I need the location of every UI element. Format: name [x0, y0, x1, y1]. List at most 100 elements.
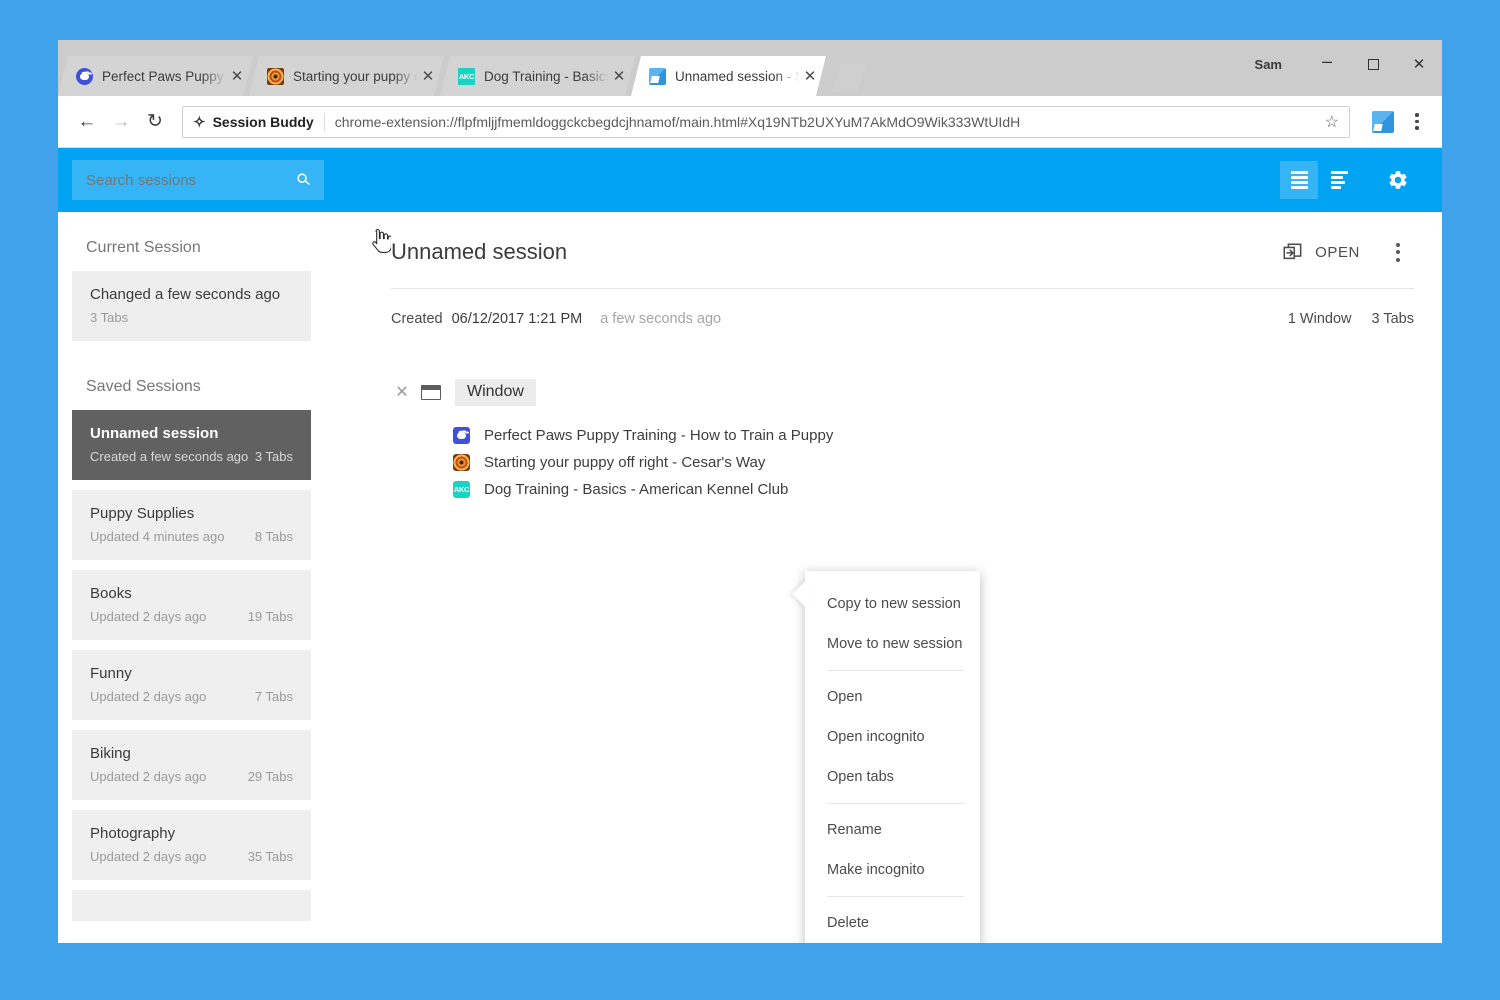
created-date: 06/12/2017 1:21 PM — [451, 311, 583, 327]
saved-session-item-4[interactable]: Biking Updated 2 days ago 29 Tabs — [72, 730, 311, 800]
bookmark-star-icon[interactable]: ☆ — [1325, 112, 1339, 132]
window-group: ✕ Window Perfect Paws Puppy Training - H… — [372, 228, 1414, 503]
browser-tab-0[interactable]: Perfect Paws Puppy Train ✕ — [58, 56, 253, 96]
akc-favicon: AKC — [458, 68, 475, 85]
menu-item-copy-to-new-session[interactable]: Copy to new session — [805, 584, 980, 624]
close-window-icon[interactable]: ✕ — [391, 382, 413, 402]
page-title: Unnamed session — [391, 239, 568, 264]
browser-tab-2[interactable]: AKC Dog Training - Basics - A ✕ — [440, 56, 635, 96]
browser-window: Perfect Paws Puppy Train ✕ Starting your… — [58, 40, 1442, 943]
back-button[interactable]: ← — [70, 105, 104, 139]
window-tab-row-0[interactable]: Perfect Paws Puppy Training - How to Tra… — [453, 422, 1414, 449]
session-updated: Created a few seconds ago — [90, 449, 249, 464]
created-label: Created — [391, 311, 443, 327]
window-tab-row-1[interactable]: Starting your puppy off right - Cesar's … — [453, 449, 1414, 476]
counts: 1 Window 3 Tabs — [1272, 311, 1414, 327]
session-meta: Created a few seconds ago 3 Tabs — [90, 449, 293, 464]
session-updated: Updated 4 minutes ago — [90, 529, 225, 544]
session-buddy-extension-icon[interactable] — [1372, 110, 1394, 133]
session-updated: Updated 2 days ago — [90, 609, 207, 624]
saved-session-item-0[interactable]: Unnamed session Created a few seconds ag… — [72, 410, 311, 480]
gear-icon[interactable] — [1378, 160, 1418, 200]
address-bar-url[interactable]: chrome-extension://flpfmljjfmemldoggckcb… — [335, 114, 1317, 130]
list-view-icon[interactable] — [1280, 161, 1318, 199]
menu-item-open[interactable]: Open — [805, 677, 980, 717]
open-button-label: OPEN — [1315, 243, 1360, 261]
more-vertical-icon[interactable] — [1382, 236, 1414, 268]
session-title: Funny — [90, 665, 132, 682]
maximize-button[interactable] — [1350, 49, 1396, 79]
session-tab-count: 3 Tabs — [254, 449, 293, 464]
saved-session-item-1[interactable]: Puppy Supplies Updated 4 minutes ago 8 T… — [72, 490, 311, 560]
window-tab-row-2[interactable]: AKC Dog Training - Basics - American Ken… — [453, 476, 1414, 503]
session-updated: Updated 2 days ago — [90, 769, 207, 784]
open-in-window-icon — [1281, 242, 1303, 262]
compact-view-icon[interactable] — [1320, 161, 1358, 199]
session-tab-count: 29 Tabs — [247, 769, 293, 784]
new-tab-button[interactable] — [832, 64, 866, 92]
menu-item-delete[interactable]: Delete — [805, 903, 980, 943]
current-session-title: Changed a few seconds ago — [90, 286, 281, 303]
saved-session-item-6[interactable] — [72, 890, 311, 921]
address-bar[interactable]: ✧ Session Buddy chrome-extension://flpfm… — [182, 105, 1350, 138]
session-tab-count: 8 Tabs — [254, 529, 293, 544]
header-actions — [1278, 160, 1418, 200]
extension-name-chip: ✧ Session Buddy — [193, 112, 325, 131]
session-meta: Updated 2 days ago 35 Tabs — [90, 849, 293, 864]
browser-tab-title: Unnamed session - Sessi — [675, 68, 800, 84]
window-tab-title: Perfect Paws Puppy Training - How to Tra… — [484, 427, 834, 444]
forward-button[interactable]: → — [104, 105, 138, 139]
browser-tab-3[interactable]: Unnamed session - Sessi ✕ — [631, 56, 826, 96]
chrome-menu-icon[interactable] — [1404, 109, 1430, 135]
saved-session-item-3[interactable]: Funny Updated 2 days ago 7 Tabs — [72, 650, 311, 720]
current-session-card[interactable]: Changed a few seconds ago 3 Tabs — [72, 271, 311, 341]
minimize-button[interactable]: – — [1304, 49, 1350, 79]
session-title: Unnamed session — [90, 425, 219, 442]
session-title: Photography — [90, 825, 176, 842]
session-updated: Updated 2 days ago — [90, 689, 207, 704]
search-input[interactable] — [86, 171, 298, 189]
window-context-menu: Copy to new session Move to new session … — [792, 571, 980, 943]
browser-tab-close-icon[interactable]: ✕ — [800, 66, 820, 86]
app-header: ⚲ — [58, 148, 1442, 212]
menu-item-rename[interactable]: Rename — [805, 810, 980, 850]
saved-session-item-2[interactable]: Books Updated 2 days ago 19 Tabs — [72, 570, 311, 640]
akc-favicon: AKC — [453, 481, 470, 498]
tab-count: 3 Tabs — [1371, 311, 1414, 327]
window-count: 1 Window — [1287, 311, 1352, 327]
search-sessions-box[interactable]: ⚲ — [72, 160, 324, 200]
browser-tab-title: Starting your puppy off r — [293, 68, 418, 84]
close-window-button[interactable]: ✕ — [1396, 49, 1442, 79]
window-row[interactable]: ✕ Window — [372, 228, 1414, 406]
menu-item-open-incognito[interactable]: Open incognito — [805, 717, 980, 757]
session-title: Puppy Supplies — [90, 505, 195, 522]
menu-item-make-incognito[interactable]: Make incognito — [805, 850, 980, 890]
browser-tab-strip: Perfect Paws Puppy Train ✕ Starting your… — [58, 40, 1442, 96]
menu-item-move-to-new-session[interactable]: Move to new session — [805, 624, 980, 664]
detail-actions: OPEN — [1281, 236, 1414, 268]
menu-item-open-tabs[interactable]: Open tabs — [805, 757, 980, 797]
browser-tab-title: Dog Training - Basics - A — [484, 68, 609, 84]
window-label[interactable]: Window — [455, 378, 536, 406]
menu-separator — [827, 670, 964, 671]
menu-separator — [827, 803, 964, 804]
reload-button[interactable]: ↻ — [138, 105, 172, 139]
window-tab-title: Dog Training - Basics - American Kennel … — [484, 481, 789, 498]
saved-session-item-5[interactable]: Photography Updated 2 days ago 35 Tabs — [72, 810, 311, 880]
browser-tab-close-icon[interactable]: ✕ — [227, 66, 247, 86]
session-detail-panel: Unnamed session OPEN Created 06/12/2017 … — [325, 212, 1442, 943]
sidebar: Current Session Changed a few seconds ag… — [58, 212, 325, 943]
session-updated: Updated 2 days ago — [90, 849, 207, 864]
saved-sessions-section-label: Saved Sessions — [86, 378, 201, 395]
detail-header: Unnamed session OPEN — [391, 212, 1414, 288]
user-name-label[interactable]: Sam — [1255, 57, 1282, 72]
window-controls: Sam – ✕ — [1255, 40, 1442, 88]
maximize-icon — [1367, 58, 1379, 70]
open-button[interactable]: OPEN — [1281, 242, 1360, 262]
browser-tab-1[interactable]: Starting your puppy off r ✕ — [249, 56, 444, 96]
menu-separator — [827, 896, 964, 897]
browser-tab-close-icon[interactable]: ✕ — [609, 66, 629, 86]
session-meta-row: Created 06/12/2017 1:21 PM a few seconds… — [391, 288, 1414, 327]
current-session-section-label: Current Session — [86, 239, 201, 256]
browser-tab-close-icon[interactable]: ✕ — [418, 66, 438, 86]
